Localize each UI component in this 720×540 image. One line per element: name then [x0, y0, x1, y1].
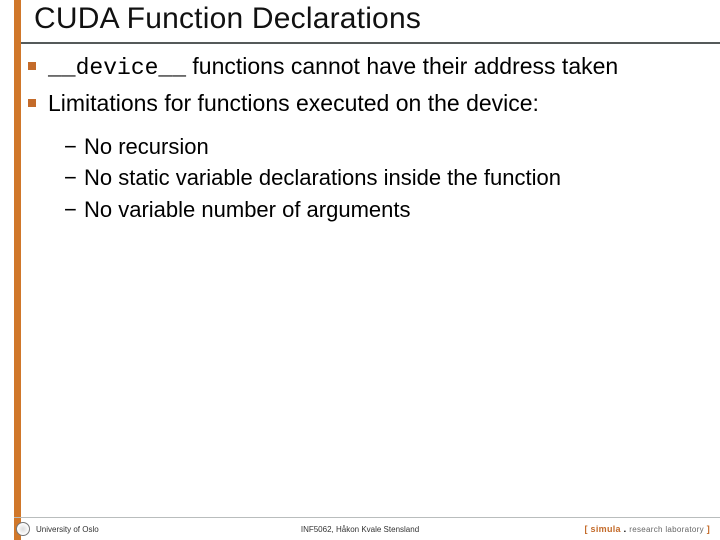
bullet-item: __device__ functions cannot have their a… — [24, 52, 690, 83]
footer-right-brand: [ simula . research laboratory ] — [584, 524, 710, 534]
sub-bullet-item: No variable number of arguments — [64, 195, 690, 225]
code-literal: __device__ — [48, 55, 186, 81]
footer: University of Oslo INF5062, Håkon Kvale … — [0, 518, 720, 540]
bullet-item: Limitations for functions executed on th… — [24, 89, 690, 118]
slide: CUDA Function Declarations __device__ fu… — [0, 0, 720, 540]
sub-bullet-text: No recursion — [84, 134, 209, 159]
sub-bullet-text: No static variable declarations inside t… — [84, 165, 561, 190]
bullet-text: functions cannot have their address take… — [186, 53, 618, 79]
sub-bullet-item: No recursion — [64, 132, 690, 162]
brand-separator: . — [621, 524, 629, 534]
bullet-list: __device__ functions cannot have their a… — [24, 52, 690, 118]
bullet-text: Limitations for functions executed on th… — [48, 90, 539, 116]
brand-name: simula — [591, 524, 621, 534]
bracket-close: ] — [704, 524, 710, 534]
sub-bullet-text: No variable number of arguments — [84, 197, 411, 222]
slide-title: CUDA Function Declarations — [34, 2, 720, 36]
sub-bullet-list: No recursion No static variable declarat… — [24, 132, 690, 225]
title-area: CUDA Function Declarations — [0, 0, 720, 38]
left-accent-bar — [14, 0, 21, 540]
brand-rest: research laboratory — [629, 525, 704, 534]
sub-bullet-item: No static variable declarations inside t… — [64, 163, 690, 193]
slide-body: __device__ functions cannot have their a… — [0, 44, 720, 225]
